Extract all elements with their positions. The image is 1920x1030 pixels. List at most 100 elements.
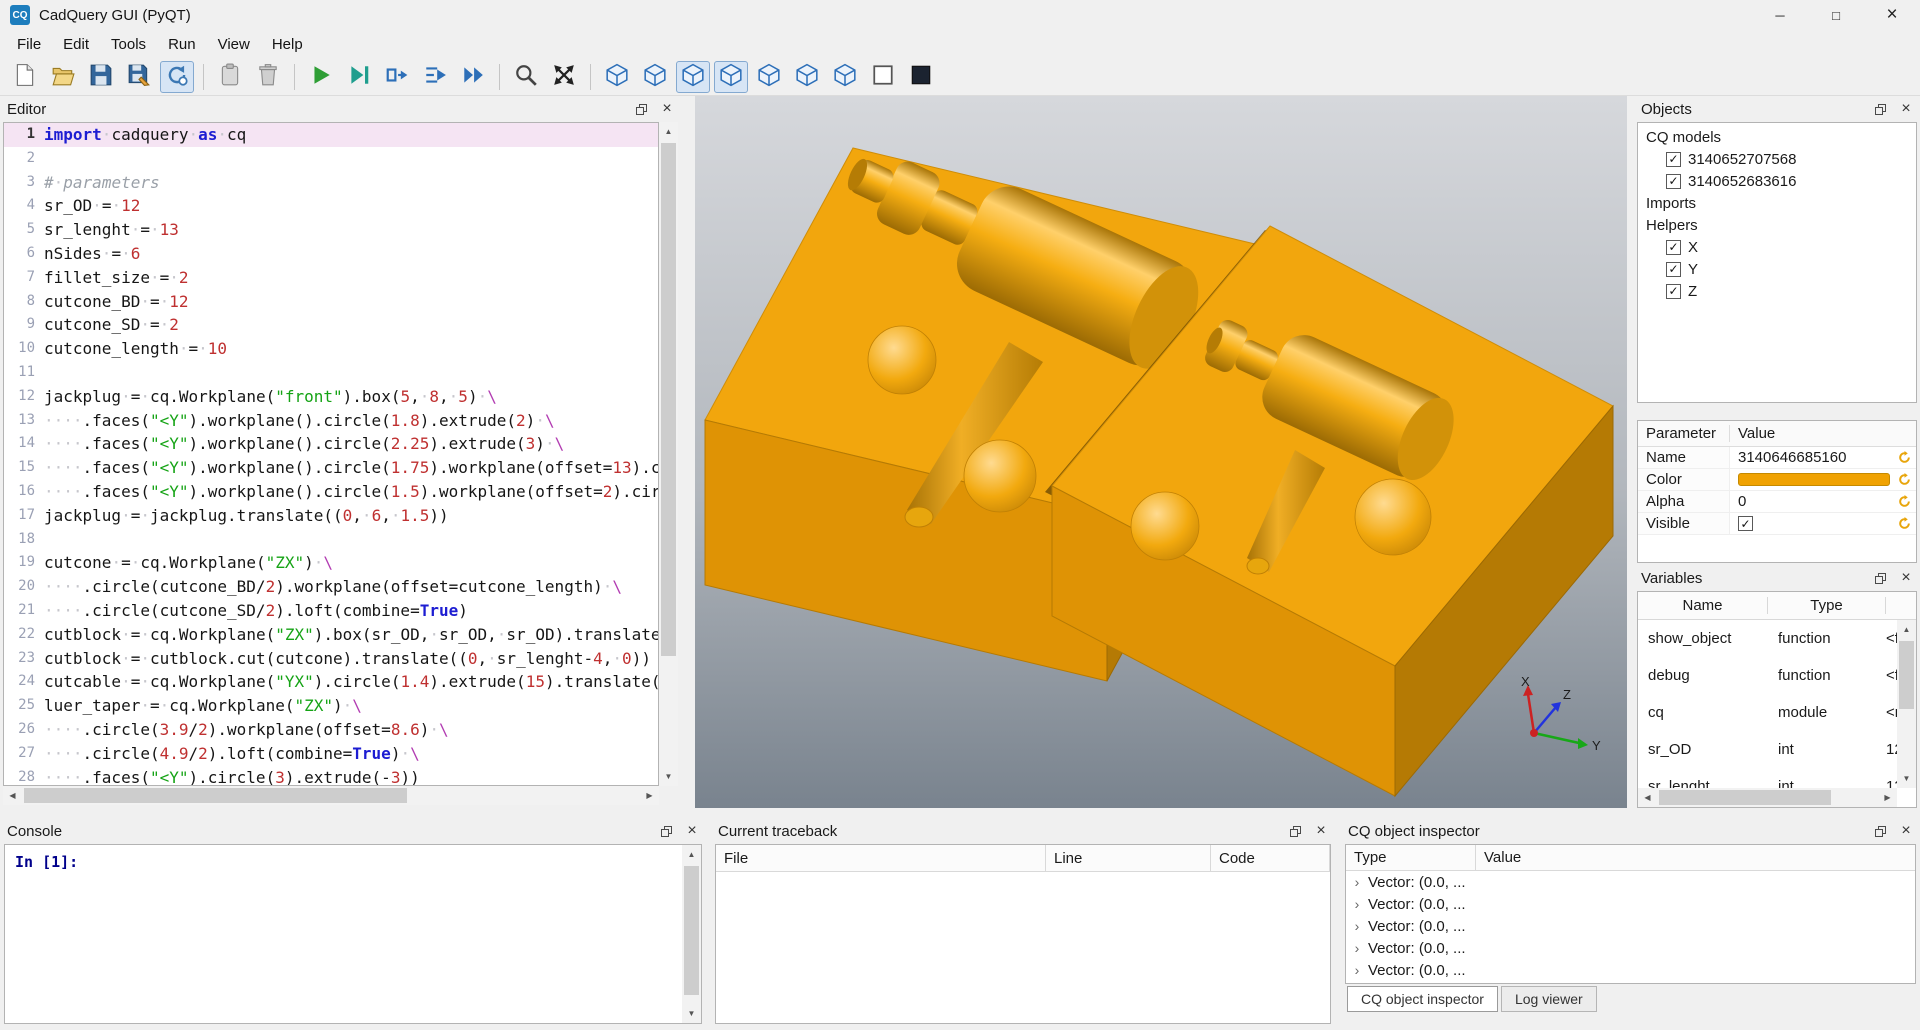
delete-button[interactable] [251,61,285,93]
maximize-button[interactable]: □ [1808,0,1864,30]
editor-line[interactable]: 15····.faces("<Y").workplane().circle(1.… [4,456,658,480]
variables-vertical-scrollbar[interactable]: ▲ ▼ [1897,620,1916,788]
console-output[interactable]: In [1]: [4,844,702,1024]
step-over-button[interactable] [418,61,452,93]
scroll-down-arrow[interactable]: ▼ [1897,769,1916,788]
menu-run[interactable]: Run [157,32,207,57]
tree-item-imports[interactable]: Imports [1638,192,1916,214]
menu-edit[interactable]: Edit [52,32,100,57]
scroll-up-arrow[interactable]: ▲ [1897,620,1916,639]
float-panel-button[interactable] [1873,571,1887,585]
code-editor[interactable]: 1import·cadquery·as·cq23#·parameters4sr_… [3,122,659,786]
wireframe-button[interactable] [866,61,900,93]
scroll-up-arrow[interactable]: ▲ [682,845,701,864]
inspector-row[interactable]: ›Vector: (0.0, ... [1346,893,1915,915]
view-iso-button[interactable] [600,61,634,93]
close-button[interactable]: × [1864,0,1920,30]
editor-line[interactable]: 21····.circle(cutcone_SD/2).loft(combine… [4,599,658,623]
chevron-right-icon[interactable]: › [1346,918,1368,934]
view-back-button[interactable] [676,61,710,93]
color-swatch[interactable] [1738,473,1890,486]
view-left-button[interactable] [790,61,824,93]
menu-help[interactable]: Help [261,32,314,57]
tree-item-y[interactable]: ✓Y [1638,258,1916,280]
scrollbar-thumb[interactable] [684,866,699,995]
parameter-value[interactable] [1730,473,1892,486]
close-panel-button[interactable]: × [1899,102,1913,116]
scroll-down-arrow[interactable]: ▼ [682,1004,701,1023]
reset-parameter-button[interactable] [1892,451,1916,464]
scrollbar-thumb[interactable] [1659,790,1831,805]
tree-item-cq-models[interactable]: CQ models [1638,126,1916,148]
scrollbar-thumb[interactable] [24,788,407,803]
editor-line[interactable]: 10cutcone_length·=·10 [4,337,658,361]
open-file-button[interactable] [46,61,80,93]
reset-parameter-button[interactable] [1892,517,1916,530]
scroll-right-arrow[interactable]: ▶ [640,786,659,805]
checkbox[interactable]: ✓ [1738,516,1753,531]
editor-line[interactable]: 5sr_lenght·=·13 [4,218,658,242]
auto-reload-button[interactable] [160,61,194,93]
editor-line[interactable]: 20····.circle(cutcone_BD/2).workplane(of… [4,575,658,599]
tab-cq-object-inspector[interactable]: CQ object inspector [1347,986,1498,1012]
editor-vertical-scrollbar[interactable]: ▲ ▼ [659,122,678,786]
save-button[interactable] [84,61,118,93]
float-panel-button[interactable] [634,102,648,116]
checkbox[interactable]: ✓ [1666,152,1681,167]
view-right-button[interactable] [828,61,862,93]
debug-button[interactable] [342,61,376,93]
close-panel-button[interactable]: × [685,824,699,838]
tree-item-3140652707568[interactable]: ✓3140652707568 [1638,148,1916,170]
menu-view[interactable]: View [207,32,261,57]
close-panel-button[interactable]: × [1899,571,1913,585]
tree-item-x[interactable]: ✓X [1638,236,1916,258]
close-panel-button[interactable]: × [1899,824,1913,838]
tree-item-z[interactable]: ✓Z [1638,280,1916,302]
editor-line[interactable]: 1import·cadquery·as·cq [4,123,658,147]
tree-item-3140652683616[interactable]: ✓3140652683616 [1638,170,1916,192]
editor-line[interactable]: 2 [4,147,658,171]
float-panel-button[interactable] [659,824,673,838]
checkbox[interactable]: ✓ [1666,262,1681,277]
scroll-down-arrow[interactable]: ▼ [659,767,678,786]
view-front-button[interactable] [638,61,672,93]
checkbox[interactable]: ✓ [1666,174,1681,189]
scrollbar-thumb[interactable] [1899,641,1914,709]
tree-item-helpers[interactable]: Helpers [1638,214,1916,236]
float-panel-button[interactable] [1873,102,1887,116]
inspector-row[interactable]: ›Vector: (0.0, ... [1346,871,1915,893]
editor-line[interactable]: 7fillet_size·=·2 [4,266,658,290]
editor-line[interactable]: 8cutcone_BD·=·12 [4,290,658,314]
step-into-button[interactable] [380,61,414,93]
editor-line[interactable]: 19cutcone·=·cq.Workplane("ZX")·\ [4,551,658,575]
editor-line[interactable]: 23cutblock·=·cutblock.cut(cutcone).trans… [4,647,658,671]
scrollbar-thumb[interactable] [661,143,676,656]
editor-line[interactable]: 26····.circle(3.9/2).workplane(offset=8.… [4,718,658,742]
chevron-right-icon[interactable]: › [1346,896,1368,912]
chevron-right-icon[interactable]: › [1346,874,1368,890]
zoom-button[interactable] [509,61,543,93]
editor-line[interactable]: 14····.faces("<Y").workplane().circle(2.… [4,432,658,456]
inspector-row[interactable]: ›Vector: (0.0, ... [1346,959,1915,981]
inspector-row[interactable]: ›Vector: (0.0, ... [1346,937,1915,959]
render-button[interactable] [304,61,338,93]
editor-line[interactable]: 13····.faces("<Y").workplane().circle(1.… [4,409,658,433]
float-panel-button[interactable] [1288,824,1302,838]
editor-line[interactable]: 25luer_taper·=·cq.Workplane("ZX")·\ [4,694,658,718]
menu-tools[interactable]: Tools [100,32,157,57]
close-panel-button[interactable]: × [660,102,674,116]
minimize-button[interactable]: ─ [1752,0,1808,30]
variable-row[interactable]: sr_lenghtint13 [1638,768,1897,788]
menu-file[interactable]: File [6,32,52,57]
variable-row[interactable]: debugfunction<f [1638,657,1897,694]
editor-line[interactable]: 9cutcone_SD·=·2 [4,313,658,337]
editor-line[interactable]: 27····.circle(4.9/2).loft(combine=True)·… [4,742,658,766]
editor-line[interactable]: 12jackplug·=·cq.Workplane("front").box(5… [4,385,658,409]
variable-row[interactable]: cqmodule<m [1638,694,1897,731]
chevron-right-icon[interactable]: › [1346,962,1368,978]
editor-line[interactable]: 3#·parameters [4,171,658,195]
viewport-3d[interactable]: X Z Y [695,96,1627,808]
inspector-row[interactable]: ›Vector: (0.0, ... [1346,915,1915,937]
tab-log-viewer[interactable]: Log viewer [1501,986,1597,1012]
variable-row[interactable]: show_objectfunction<f [1638,620,1897,657]
